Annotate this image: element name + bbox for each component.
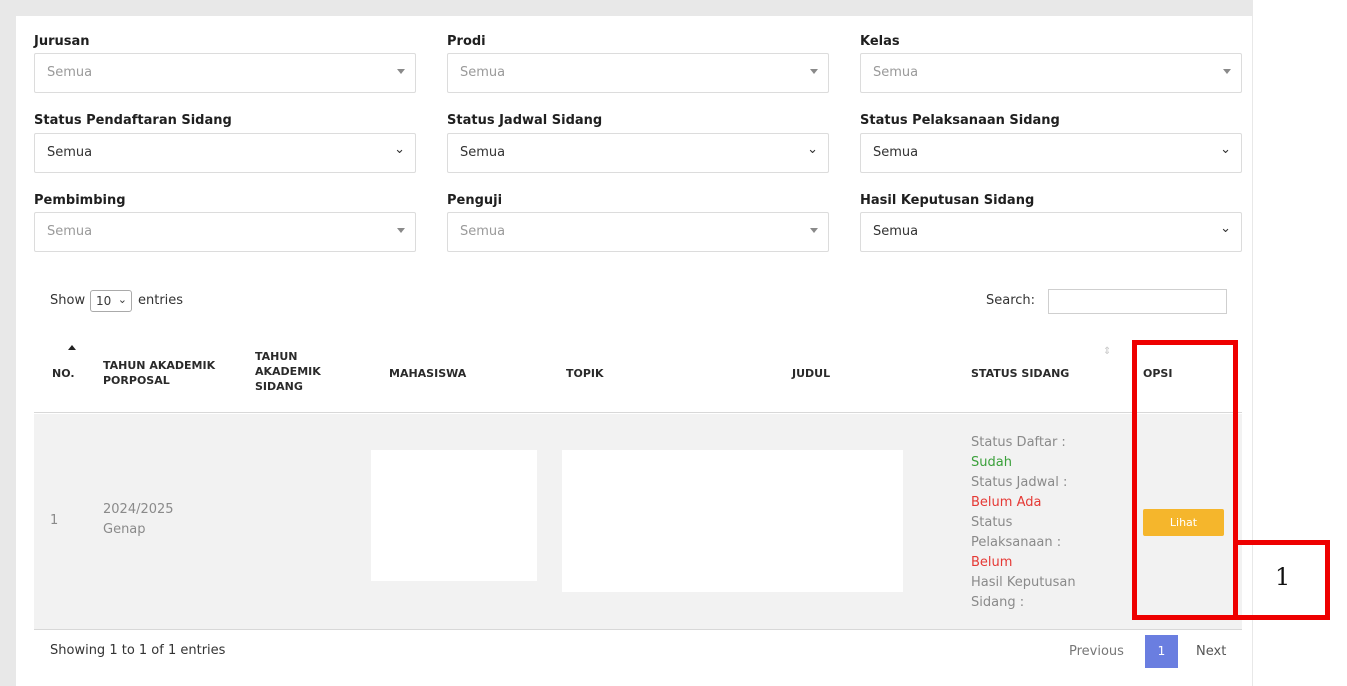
col-header-line: TAHUN AKADEMIK bbox=[103, 359, 216, 372]
col-header-line: PORPOSAL bbox=[103, 374, 170, 387]
penguji-select[interactable]: Semua bbox=[447, 212, 829, 252]
col-header-line: SIDANG bbox=[255, 380, 303, 393]
next-button[interactable]: Next bbox=[1196, 644, 1226, 659]
col-header-judul[interactable]: JUDUL bbox=[792, 366, 830, 381]
jurusan-select-value: Semua bbox=[47, 65, 93, 80]
col-header-topik[interactable]: TOPIK bbox=[566, 366, 604, 381]
entries-label: entries bbox=[138, 293, 184, 308]
caret-down-icon bbox=[810, 228, 818, 233]
caret-down-icon bbox=[397, 228, 405, 233]
penguji-select-value: Semua bbox=[460, 224, 506, 239]
caret-down-icon bbox=[1223, 69, 1231, 74]
col-header-mahasiswa[interactable]: MAHASISWA bbox=[389, 366, 466, 381]
filter-label-hasil-keputusan: Hasil Keputusan Sidang bbox=[860, 193, 1035, 208]
search-input[interactable] bbox=[1048, 289, 1227, 314]
col-header-line: TAHUN bbox=[255, 350, 298, 363]
filter-label-penguji: Penguji bbox=[447, 193, 503, 208]
status-line: Status Jadwal : bbox=[971, 475, 1068, 490]
filter-label-status-pelaksanaan: Status Pelaksanaan Sidang bbox=[860, 113, 1060, 128]
topik-judul-redacted bbox=[562, 450, 903, 592]
status-line: Sidang : bbox=[971, 595, 1025, 610]
page-1-button[interactable]: 1 bbox=[1145, 635, 1178, 668]
chevron-down-icon: ⌄ bbox=[1220, 142, 1231, 157]
row-tahun-akademik: 2024/2025 Genap bbox=[103, 500, 174, 540]
status-value: Belum Ada bbox=[971, 495, 1042, 510]
col-header-tahun-sidang[interactable]: TAHUN AKADEMIK SIDANG bbox=[255, 349, 321, 394]
annotation-number: 1 bbox=[1275, 563, 1291, 591]
status-line: Status Daftar : bbox=[971, 435, 1066, 450]
search-label: Search: bbox=[986, 293, 1036, 308]
highlight-box bbox=[1132, 340, 1238, 620]
chevron-down-icon: ⌄ bbox=[1220, 221, 1231, 236]
jurusan-select[interactable]: Semua bbox=[34, 53, 416, 93]
filter-label-kelas: Kelas bbox=[860, 34, 900, 49]
previous-button[interactable]: Previous bbox=[1069, 644, 1124, 659]
page-length-select[interactable]: 10 ⌄ bbox=[90, 290, 132, 312]
status-line: Pelaksanaan : bbox=[971, 535, 1062, 550]
status-pendaftaran-select[interactable]: Semua ⌄ bbox=[34, 133, 416, 173]
table-info: Showing 1 to 1 of 1 entries bbox=[50, 643, 226, 658]
status-line: Status bbox=[971, 515, 1013, 530]
col-header-no[interactable]: NO. bbox=[52, 366, 75, 381]
sort-ascending-icon bbox=[68, 345, 76, 350]
chevron-down-icon: ⌄ bbox=[807, 142, 818, 157]
status-jadwal-value: Semua bbox=[460, 145, 506, 160]
row-divider bbox=[34, 629, 1242, 630]
kelas-select-value: Semua bbox=[873, 65, 919, 80]
row-tahun-line: 2024/2025 bbox=[103, 502, 174, 517]
filter-label-status-jadwal: Status Jadwal Sidang bbox=[447, 113, 603, 128]
col-header-tahun-proposal[interactable]: TAHUN AKADEMIK PORPOSAL bbox=[103, 358, 215, 388]
filter-label-pembimbing: Pembimbing bbox=[34, 193, 126, 208]
col-header-status-sidang[interactable]: STATUS SIDANG bbox=[971, 366, 1069, 381]
mahasiswa-redacted bbox=[371, 450, 537, 581]
pembimbing-select[interactable]: Semua bbox=[34, 212, 416, 252]
status-jadwal-select[interactable]: Semua ⌄ bbox=[447, 133, 829, 173]
status-pelaksanaan-select[interactable]: Semua ⌄ bbox=[860, 133, 1242, 173]
status-line: Hasil Keputusan bbox=[971, 575, 1076, 590]
status-pelaksanaan-value: Semua bbox=[873, 145, 919, 160]
prodi-select-value: Semua bbox=[460, 65, 506, 80]
chevron-down-icon: ⌄ bbox=[394, 142, 405, 157]
status-pendaftaran-value: Semua bbox=[47, 145, 93, 160]
status-value: Sudah bbox=[971, 455, 1012, 470]
caret-down-icon bbox=[397, 69, 405, 74]
filter-label-jurusan: Jurusan bbox=[34, 34, 90, 49]
row-tahun-line: Genap bbox=[103, 522, 146, 537]
kelas-select[interactable]: Semua bbox=[860, 53, 1242, 93]
sort-icon: ⇕ bbox=[1103, 346, 1112, 357]
row-no: 1 bbox=[50, 513, 59, 528]
show-label: Show bbox=[50, 293, 86, 308]
hasil-keputusan-value: Semua bbox=[873, 224, 919, 239]
prodi-select[interactable]: Semua bbox=[447, 53, 829, 93]
chevron-down-icon: ⌄ bbox=[117, 293, 127, 306]
pembimbing-select-value: Semua bbox=[47, 224, 93, 239]
col-header-line: AKADEMIK bbox=[255, 365, 321, 378]
filter-label-prodi: Prodi bbox=[447, 34, 486, 49]
header-divider bbox=[34, 412, 1242, 413]
filter-label-status-pendaftaran: Status Pendaftaran Sidang bbox=[34, 113, 232, 128]
page-length-value: 10 bbox=[96, 294, 112, 308]
status-value: Belum bbox=[971, 555, 1013, 570]
caret-down-icon bbox=[810, 69, 818, 74]
hasil-keputusan-select[interactable]: Semua ⌄ bbox=[860, 212, 1242, 252]
